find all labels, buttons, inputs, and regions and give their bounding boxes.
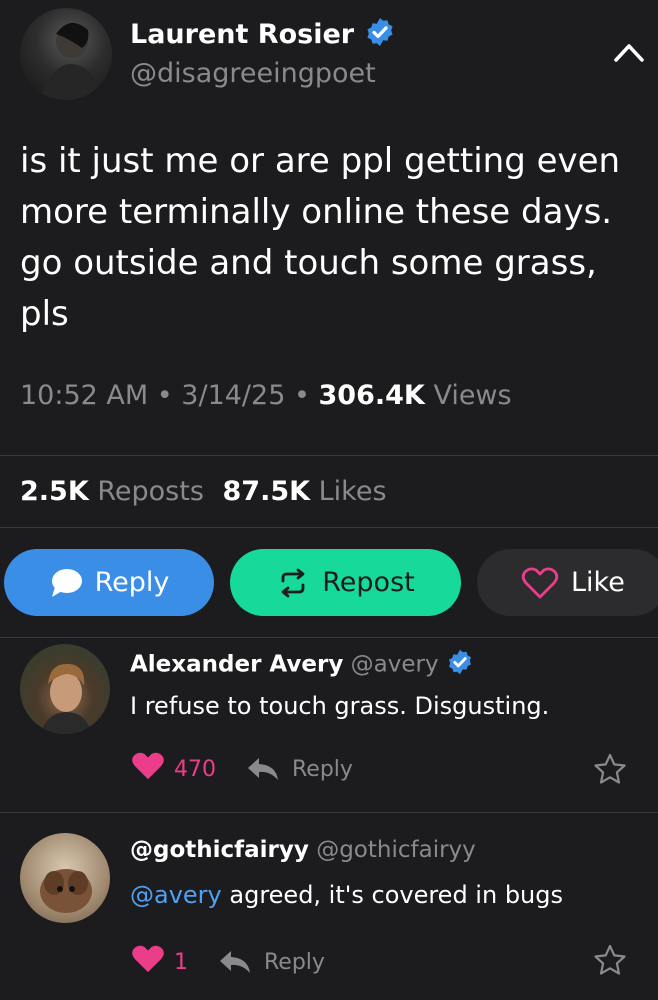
repost-arrows-icon <box>281 568 305 597</box>
post-text: is it just me or are ppl getting even mo… <box>20 141 621 334</box>
reply-like-count: 470 <box>174 756 216 782</box>
reply-item[interactable]: @gothicfairyy @gothicfairyy @avery agree… <box>0 813 658 1000</box>
like-heart-icon[interactable] <box>130 943 166 981</box>
divider <box>0 527 658 528</box>
like-button-label: Like <box>571 567 625 598</box>
post-meta: 10:52 AM • 3/14/25 • 306.4K Views <box>20 380 512 411</box>
reply-item[interactable]: Alexander Avery @avery I refuse to touch… <box>0 638 658 812</box>
like-button[interactable]: Like <box>477 549 658 616</box>
reply-avatar[interactable] <box>20 833 110 923</box>
reply-action-label: Reply <box>292 756 353 782</box>
reply-like-count: 1 <box>174 949 188 975</box>
reply-action[interactable]: Reply <box>218 949 325 975</box>
bookmark-star-icon[interactable] <box>592 943 628 981</box>
views-count: 306.4K <box>318 380 425 411</box>
reply-text-line: @avery agreed, it's covered in bugs <box>130 881 563 909</box>
reply-author-handle[interactable]: @gothicfairyy <box>316 837 476 863</box>
mention-link[interactable]: @avery <box>130 881 222 909</box>
reply-author-name[interactable]: @gothicfairyy <box>130 837 309 863</box>
reply-text: agreed, it's covered in bugs <box>221 881 563 909</box>
reply-action-label: Reply <box>264 949 325 975</box>
reply-button-label: Reply <box>94 567 170 598</box>
reply-action[interactable]: Reply <box>246 756 353 782</box>
verified-badge-icon <box>364 16 396 55</box>
reposts-label: Reposts <box>97 476 204 507</box>
collapse-chevron-icon[interactable] <box>612 40 646 68</box>
author-name[interactable]: Laurent Rosier <box>130 19 354 50</box>
repost-button-label: Repost <box>322 567 415 598</box>
likes-stat[interactable]: 87.5K Likes <box>223 476 387 507</box>
verified-badge-icon <box>446 648 474 682</box>
reply-button[interactable]: Reply <box>4 549 214 616</box>
reply-text: I refuse to touch grass. Disgusting. <box>130 692 550 720</box>
divider <box>0 455 658 456</box>
like-heart-icon[interactable] <box>130 750 166 788</box>
views-label: Views <box>433 380 512 411</box>
reposts-stat[interactable]: 2.5K Reposts <box>20 476 213 507</box>
author-avatar[interactable] <box>20 8 112 100</box>
likes-count: 87.5K <box>222 476 311 507</box>
post-stats: 2.5K Reposts 87.5K Likes <box>20 476 387 507</box>
heart-outline-icon <box>521 566 559 598</box>
post-date: 3/14/25 <box>181 380 286 411</box>
repost-button[interactable]: Repost <box>230 549 461 616</box>
likes-label: Likes <box>318 476 387 507</box>
reply-author-handle[interactable]: @avery <box>351 652 439 678</box>
meta-separator: • <box>293 380 310 411</box>
reply-arrow-icon <box>220 951 250 973</box>
reposts-count: 2.5K <box>20 476 89 507</box>
reply-avatar[interactable] <box>20 644 110 734</box>
reply-arrow-icon <box>248 758 278 780</box>
meta-separator: • <box>156 380 173 411</box>
bookmark-star-icon[interactable] <box>592 752 628 790</box>
author-handle[interactable]: @disagreeingpoet <box>130 58 376 89</box>
post-time: 10:52 AM <box>20 380 149 411</box>
reply-author-name[interactable]: Alexander Avery <box>130 652 343 678</box>
speech-bubble-icon <box>51 568 82 597</box>
